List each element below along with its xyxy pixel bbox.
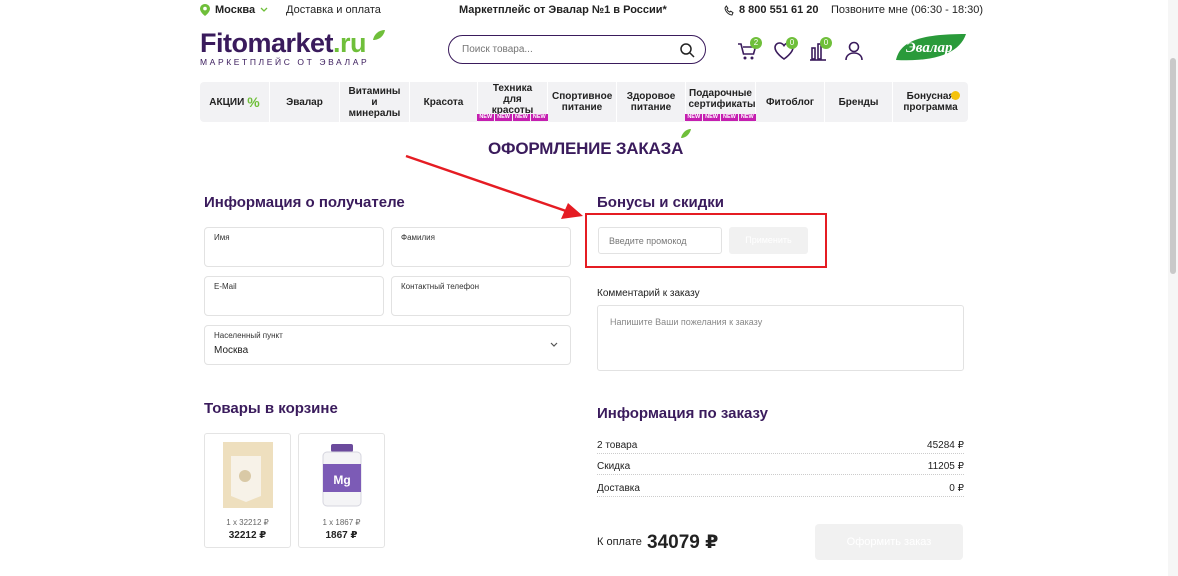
item-price: 32212 ₽ <box>228 530 267 541</box>
new-badge: NEW <box>703 114 720 121</box>
search-icon[interactable] <box>679 42 695 58</box>
summary-row-delivery: Доставка 0 ₽ <box>597 484 964 497</box>
evalar-logo[interactable]: Эвалар <box>894 32 968 64</box>
item-price: 1867 ₽ <box>325 530 358 541</box>
cart-item[interactable]: 1 x 32212 ₽ 32212 ₽ <box>204 433 291 548</box>
phone-number: 8 800 551 61 20 <box>739 4 819 16</box>
page-scrollbar[interactable] <box>1168 0 1178 576</box>
cart-badge: 2 <box>750 37 762 49</box>
chevron-down-icon <box>260 7 268 12</box>
cart-item[interactable]: Mg 1 x 1867 ₽ 1867 ₽ <box>298 433 385 548</box>
delivery-link[interactable]: Доставка и оплата <box>286 4 381 16</box>
new-badge: NEW <box>477 114 495 121</box>
nav-item-brands[interactable]: Бренды <box>825 82 893 122</box>
new-tags: NEW NEW NEW NEW <box>477 114 548 121</box>
phone-field[interactable]: Контактный телефон <box>391 276 571 316</box>
new-badge: NEW <box>721 114 738 121</box>
chevron-down-icon <box>550 342 558 347</box>
main-nav: АКЦИИ% Эвалар Витамины и минералы Красот… <box>200 82 968 122</box>
first-name-field[interactable]: Имя <box>204 227 384 267</box>
nav-item-sales[interactable]: АКЦИИ% <box>200 82 270 122</box>
search-input[interactable] <box>462 36 672 62</box>
new-badge: NEW <box>495 114 512 121</box>
phone-icon <box>724 4 734 16</box>
city-selector[interactable]: Москва <box>200 4 268 16</box>
leaf-icon <box>681 129 691 138</box>
coin-icon <box>951 91 960 100</box>
evalar-brand-text: Эвалар <box>906 40 953 56</box>
top-bar: Москва Доставка и оплата Маркетплейс от … <box>200 0 983 22</box>
item-qty: 1 x 1867 ₽ <box>322 518 361 527</box>
percent-icon: % <box>247 93 260 110</box>
bonus-title: Бонусы и скидки <box>597 194 725 211</box>
svg-text:Mg: Mg <box>333 473 350 487</box>
callback-link[interactable]: Позвоните мне (06:30 - 18:30) <box>831 4 983 16</box>
total-value: 34079 ₽ <box>647 532 719 553</box>
phone-link[interactable]: 8 800 551 61 20 <box>724 4 819 16</box>
logo-tagline: МАРКЕТПЛЕЙС ОТ ЭВАЛАР <box>200 57 370 67</box>
comment-textarea[interactable]: Напишите Ваши пожелания к заказу <box>597 305 964 371</box>
new-badge: NEW <box>685 114 703 121</box>
summary-row-items: 2 товара 45284 ₽ <box>597 441 964 454</box>
product-image <box>223 442 273 508</box>
product-image: Mg <box>322 444 362 507</box>
search-bar[interactable] <box>448 35 706 64</box>
compare-badge: 0 <box>820 37 832 49</box>
order-info-title: Информация по заказу <box>597 405 768 422</box>
annotation-highlight-box <box>585 213 827 268</box>
city-select[interactable]: Населенный пункт Москва <box>204 325 571 365</box>
nav-item-healthy[interactable]: Здоровое питание <box>617 82 686 122</box>
new-badge: NEW <box>738 114 756 121</box>
last-name-field[interactable]: Фамилия <box>391 227 571 267</box>
email-field[interactable]: E-Mail <box>204 276 384 316</box>
logo-wordmark: Fitomarket.ru <box>200 28 367 58</box>
favorites-badge: 0 <box>786 37 798 49</box>
cart-title: Товары в корзине <box>204 400 338 417</box>
site-logo[interactable]: Fitomarket.ru МАРКЕТПЛЕЙС ОТ ЭВАЛАР <box>200 28 385 67</box>
city-name: Москва <box>215 4 256 16</box>
nav-item-beauty[interactable]: Красота <box>410 82 478 122</box>
nav-item-beauty-tech[interactable]: Техника для красоты NEW NEW NEW NEW <box>477 82 548 122</box>
summary-row-discount: Скидка 11205 ₽ <box>597 462 964 475</box>
nav-item-evalar[interactable]: Эвалар <box>270 82 340 122</box>
recipient-title: Информация о получателе <box>204 194 405 211</box>
comment-label: Комментарий к заказу <box>597 288 700 299</box>
page-title: ОФОРМЛЕНИЕ ЗАКАЗА <box>488 139 684 158</box>
item-qty: 1 x 32212 ₽ <box>226 518 269 527</box>
scrollbar-thumb[interactable] <box>1170 58 1176 274</box>
user-icon[interactable] <box>843 40 865 62</box>
total-label: К оплате <box>597 536 642 548</box>
new-badge: NEW <box>530 114 548 121</box>
new-tags: NEW NEW NEW NEW <box>685 114 756 121</box>
nav-item-vitamins[interactable]: Витамины и минералы <box>340 82 410 122</box>
nav-item-sport[interactable]: Спортивное питание <box>548 82 617 122</box>
new-badge: NEW <box>513 114 530 121</box>
nav-item-bonus[interactable]: Бонусная программа <box>893 82 968 122</box>
nav-item-blog[interactable]: Фитоблог <box>756 82 825 122</box>
submit-order-button[interactable]: Оформить заказ <box>815 524 963 560</box>
marketplace-slogan: Маркетплейс от Эвалар №1 в России* <box>459 4 667 16</box>
nav-item-gift-cards[interactable]: Подарочные сертификаты NEW NEW NEW NEW <box>685 82 756 122</box>
leaf-icon <box>373 30 385 40</box>
location-pin-icon <box>200 4 210 16</box>
